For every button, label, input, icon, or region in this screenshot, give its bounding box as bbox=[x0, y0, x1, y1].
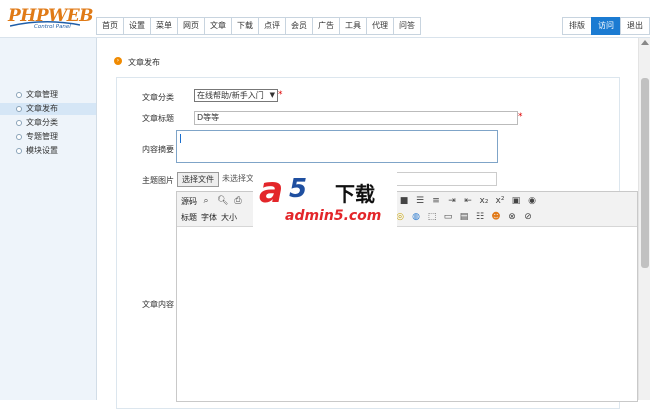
image-label: 主题图片 bbox=[142, 176, 174, 185]
print-icon[interactable]: ⎙ bbox=[233, 196, 243, 206]
rich-text-editor[interactable]: 源码 ⌕ 🔍︎ ⎙ ■ ☰ ≡ ⇥ ⇤ x₂ x² ▣ ◉ 标题 字体 大小 ◎… bbox=[176, 191, 638, 402]
outdent-icon[interactable]: ⇤ bbox=[463, 196, 473, 206]
category-select[interactable]: 在线帮助/新手入门 ▼ bbox=[194, 89, 278, 102]
indent-icon[interactable]: ⇥ bbox=[447, 196, 457, 206]
unlink-icon[interactable]: ⊘ bbox=[523, 212, 533, 222]
admin5-watermark: a 5 下载 admin5.com bbox=[253, 168, 397, 228]
bullet-icon bbox=[16, 92, 22, 98]
flash-icon[interactable]: ◍ bbox=[411, 212, 421, 222]
watermark-5: 5 bbox=[289, 174, 308, 204]
media-icon[interactable]: ▤ bbox=[459, 212, 469, 222]
subscript-icon[interactable]: x₂ bbox=[479, 196, 489, 206]
nav-item-7[interactable]: 会员 bbox=[285, 17, 313, 35]
watermark-domain: admin5.com bbox=[285, 208, 382, 224]
breadcrumb: 文章发布 bbox=[128, 58, 160, 67]
logo-subtitle: Control Panel bbox=[34, 24, 71, 30]
summary-label: 内容摘要 bbox=[142, 145, 174, 154]
size-button[interactable]: 大小 bbox=[221, 212, 237, 223]
about-icon[interactable]: ◉ bbox=[527, 196, 537, 206]
sidebar-item-2[interactable]: 文章分类 bbox=[0, 117, 96, 129]
nav-item-8[interactable]: 广告 bbox=[312, 17, 340, 35]
right-nav-item-2[interactable]: 退出 bbox=[620, 17, 650, 35]
sidebar-item-3[interactable]: 专题管理 bbox=[0, 131, 96, 143]
title-label: 文章标题 bbox=[142, 114, 174, 123]
unordered-list-icon[interactable]: ≡ bbox=[431, 196, 441, 206]
header-bar: PHPWEB Control Panel 首页 设置 菜单 网页 文章 下载 点评 会员 广告工… bbox=[0, 0, 650, 38]
required-mark-category: * bbox=[278, 90, 283, 100]
logo-text: PHPWEB bbox=[8, 6, 94, 26]
required-mark-title: * bbox=[518, 112, 523, 122]
nav-item-1[interactable]: 设置 bbox=[123, 17, 151, 35]
nav-item-6[interactable]: 点评 bbox=[258, 17, 286, 35]
sidebar-item-label: 文章发布 bbox=[26, 104, 58, 113]
nav-item-11[interactable]: 问答 bbox=[393, 17, 421, 35]
bullet-icon bbox=[16, 106, 22, 112]
watermark-a: a bbox=[259, 170, 284, 211]
nav-item-5[interactable]: 下载 bbox=[231, 17, 259, 35]
nav-item-2[interactable]: 菜单 bbox=[150, 17, 178, 35]
editor-toolbar: 源码 ⌕ 🔍︎ ⎙ ■ ☰ ≡ ⇥ ⇤ x₂ x² ▣ ◉ 标题 字体 大小 ◎… bbox=[177, 192, 637, 227]
hr-icon[interactable]: ☷ bbox=[475, 212, 485, 222]
chevron-down-icon: ▼ bbox=[269, 91, 275, 99]
page-scrollbar[interactable] bbox=[638, 38, 650, 400]
sidebar-item-0[interactable]: 文章管理 bbox=[0, 89, 96, 101]
sidebar-item-label: 文章管理 bbox=[26, 90, 58, 99]
link-icon[interactable]: ⊗ bbox=[507, 212, 517, 222]
ordered-list-icon[interactable]: ☰ bbox=[415, 196, 425, 206]
right-nav: 排版 访问 退出 bbox=[562, 17, 650, 35]
title-input[interactable]: D等等 bbox=[194, 111, 518, 125]
sidebar: 文章管理文章发布文章分类专题管理模块设置 bbox=[0, 38, 97, 400]
superscript-icon[interactable]: x² bbox=[495, 196, 505, 206]
category-label: 文章分类 bbox=[142, 93, 174, 102]
nav-item-10[interactable]: 代理 bbox=[366, 17, 394, 35]
search-icon[interactable]: 🔍︎ bbox=[217, 196, 228, 206]
summary-textarea[interactable] bbox=[176, 130, 498, 163]
zoom-icon[interactable]: ⌕ bbox=[201, 196, 211, 206]
nav-item-0[interactable]: 首页 bbox=[96, 17, 124, 35]
choose-file-button[interactable]: 选择文件 bbox=[177, 172, 219, 187]
image-icon[interactable]: ▣ bbox=[511, 196, 521, 206]
heading-button[interactable]: 标题 bbox=[181, 212, 197, 223]
block-icon[interactable]: ■ bbox=[399, 196, 409, 206]
category-select-value: 在线帮助/新手入门 bbox=[197, 91, 264, 100]
image-path-input[interactable] bbox=[395, 172, 497, 186]
breadcrumb-arrow-icon: › bbox=[114, 57, 122, 65]
scroll-up-arrow-icon[interactable] bbox=[641, 40, 649, 45]
sidebar-item-label: 模块设置 bbox=[26, 146, 58, 155]
text-caret bbox=[180, 134, 181, 143]
right-nav-item-0[interactable]: 排版 bbox=[562, 17, 592, 35]
font-button[interactable]: 字体 bbox=[201, 212, 217, 223]
nav-item-4[interactable]: 文章 bbox=[204, 17, 232, 35]
phpweb-logo[interactable]: PHPWEB Control Panel bbox=[8, 6, 94, 32]
scrollbar-thumb[interactable] bbox=[641, 78, 649, 268]
nav-item-3[interactable]: 网页 bbox=[177, 17, 205, 35]
sidebar-item-4[interactable]: 模块设置 bbox=[0, 145, 96, 157]
smiley-icon[interactable]: ☻ bbox=[491, 212, 501, 222]
table-icon[interactable]: ▭ bbox=[443, 212, 453, 222]
sidebar-item-label: 专题管理 bbox=[26, 132, 58, 141]
content-label: 文章内容 bbox=[142, 300, 174, 309]
bullet-icon bbox=[16, 148, 22, 154]
nav-item-9[interactable]: 工具 bbox=[339, 17, 367, 35]
select-all-icon[interactable]: ⬚ bbox=[427, 212, 437, 222]
source-button[interactable]: 源码 bbox=[181, 196, 197, 207]
bullet-icon bbox=[16, 120, 22, 126]
watermark-download: 下载 bbox=[335, 182, 375, 206]
bullet-icon bbox=[16, 134, 22, 140]
top-nav: 首页 设置 菜单 网页 文章 下载 点评 会员 广告 工具 代理 问答 bbox=[96, 17, 421, 35]
sidebar-item-label: 文章分类 bbox=[26, 118, 58, 127]
sidebar-item-1[interactable]: 文章发布 bbox=[0, 103, 96, 115]
right-nav-item-1[interactable]: 访问 bbox=[591, 17, 621, 35]
